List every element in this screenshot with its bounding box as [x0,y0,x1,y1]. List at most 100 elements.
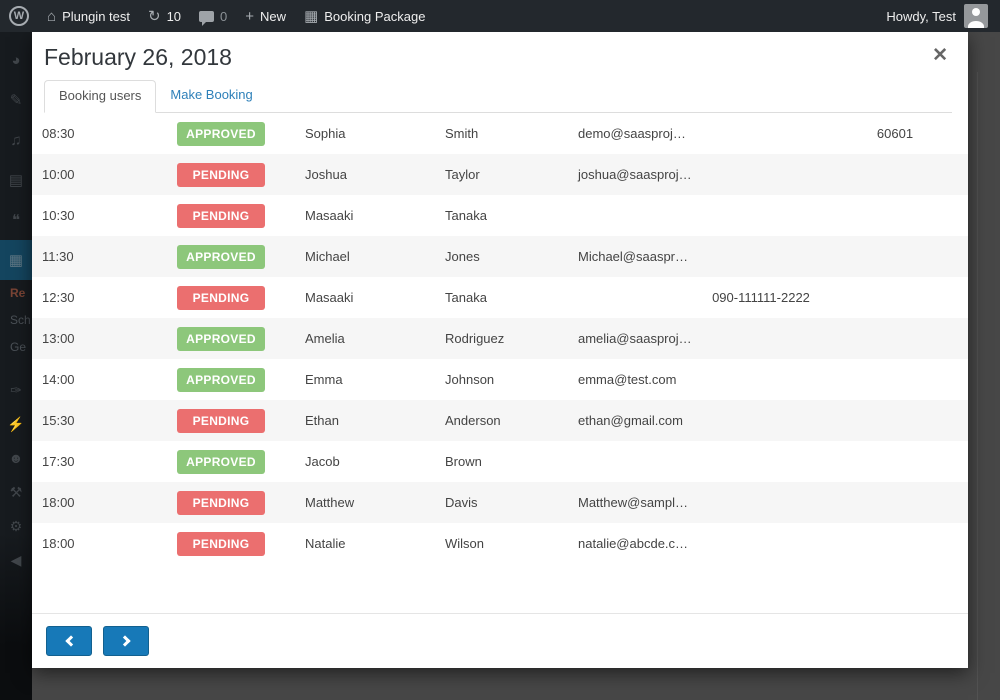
email: Michael@saaspr… [570,249,700,264]
sidebar-item-users[interactable]: ☻ [0,441,32,475]
booking-time: 17:30 [32,454,170,469]
booking-package-link[interactable]: ▦ Booking Package [295,0,434,32]
sidebar-submenu: ReSchGe [0,280,32,361]
status-badge: PENDING [177,491,265,515]
status-badge: APPROVED [177,450,265,474]
last-name: Taylor [438,167,570,182]
booking-row[interactable]: 18:00 PENDING Natalie Wilson natalie@abc… [32,523,968,564]
email: ethan@gmail.com [570,413,700,428]
booking-table: 08:30 APPROVED Sophia Smith demo@saaspro… [32,113,968,564]
calendar-icon: ▦ [304,9,318,24]
booking-row[interactable]: 08:30 APPROVED Sophia Smith demo@saaspro… [32,113,968,154]
wordpress-logo-icon: W [9,6,29,26]
booking-time: 08:30 [32,126,170,141]
sidebar-item-collapse-menu[interactable]: ◀ [0,543,32,577]
updates-link[interactable]: ↻ 10 [139,0,190,32]
sidebar-submenu-item[interactable]: Re [0,280,32,307]
phone: 090-111111-2222 [700,290,822,305]
howdy-text: Howdy, Test [886,9,956,24]
booking-time: 14:00 [32,372,170,387]
new-content-link[interactable]: + New [236,0,295,32]
booking-row[interactable]: 12:30 PENDING Masaaki Tanaka 090-111111-… [32,277,968,318]
booking-time: 12:30 [32,290,170,305]
booking-time: 13:00 [32,331,170,346]
sidebar-item-settings[interactable]: ⚙ [0,509,32,543]
booking-modal: February 26, 2018 ✕ Booking users Make B… [32,32,968,668]
sidebar-submenu-item[interactable]: Ge [0,334,32,361]
sidebar-item-booking-package[interactable]: ▦ [0,240,32,280]
first-name: Ethan [298,413,438,428]
last-name: Jones [438,249,570,264]
booking-row[interactable]: 17:30 APPROVED Jacob Brown [32,441,968,482]
booking-row[interactable]: 18:00 PENDING Matthew Davis Matthew@samp… [32,482,968,523]
wordpress-menu[interactable]: W [0,0,38,32]
users-icon: ☻ [9,450,24,466]
booking-row[interactable]: 11:30 APPROVED Michael Jones Michael@saa… [32,236,968,277]
site-name-link[interactable]: ⌂ Plungin test [38,0,139,32]
dashboard-icon: ◕ [11,52,20,69]
first-name: Joshua [298,167,438,182]
status-badge: APPROVED [177,122,265,146]
tab-make-booking[interactable]: Make Booking [156,80,266,112]
booking-row[interactable]: 10:30 PENDING Masaaki Tanaka [32,195,968,236]
sidebar-item-dashboard[interactable]: ◕ [0,40,32,80]
update-count: 10 [167,9,181,24]
booking-time: 15:30 [32,413,170,428]
sidebar-item-posts[interactable]: ✎ [0,80,32,120]
prev-day-button[interactable] [46,626,92,656]
sidebar-menu-lower: ✑ ⚡ ☻ ⚒ ⚙ ◀ [0,373,32,577]
first-name: Masaaki [298,290,438,305]
first-name: Matthew [298,495,438,510]
close-icon[interactable]: ✕ [932,46,948,65]
pages-icon: ▤ [9,171,23,189]
last-name: Rodriguez [438,331,570,346]
admin-sidebar: ◕ ✎ ♫ ▤ ❝ ▦ ReSchGe ✑ ⚡ ☻ ⚒ ⚙ ◀ [0,32,32,700]
email: amelia@saasproj… [570,331,700,346]
posts-icon: ✎ [10,91,23,109]
next-day-button[interactable] [103,626,149,656]
first-name: Sophia [298,126,438,141]
settings-icon: ⚙ [10,518,23,535]
dimmed-page-edge [977,72,978,700]
sidebar-item-tools[interactable]: ⚒ [0,475,32,509]
booking-time: 18:00 [32,536,170,551]
last-name: Anderson [438,413,570,428]
comments-link[interactable]: 0 [190,0,236,32]
status-badge: PENDING [177,204,265,228]
last-name: Tanaka [438,208,570,223]
last-name: Smith [438,126,570,141]
first-name: Amelia [298,331,438,346]
appearance-icon: ✑ [10,382,22,399]
status-badge: APPROVED [177,327,265,351]
comments-icon [199,11,214,22]
sidebar-submenu-item[interactable]: Sch [0,307,32,334]
first-name: Masaaki [298,208,438,223]
comments-icon: ❝ [12,211,20,229]
plugins-icon: ⚡ [7,416,24,433]
booking-time: 10:30 [32,208,170,223]
sidebar-item-comments[interactable]: ❝ [0,200,32,240]
zip: 60601 [822,126,968,141]
sidebar-item-media[interactable]: ♫ [0,120,32,160]
booking-row[interactable]: 10:00 PENDING Joshua Taylor joshua@saasp… [32,154,968,195]
modal-header: February 26, 2018 ✕ Booking users Make B… [32,32,968,113]
booking-row[interactable]: 14:00 APPROVED Emma Johnson emma@test.co… [32,359,968,400]
account-menu[interactable]: Howdy, Test [886,4,1000,28]
booking-package-icon: ▦ [9,251,23,269]
email: joshua@saasproj… [570,167,700,182]
collapse-menu-icon: ◀ [11,552,22,569]
last-name: Johnson [438,372,570,387]
user-avatar [964,4,988,28]
sidebar-item-pages[interactable]: ▤ [0,160,32,200]
tools-icon: ⚒ [10,484,23,501]
booking-row[interactable]: 15:30 PENDING Ethan Anderson ethan@gmail… [32,400,968,441]
booking-row[interactable]: 13:00 APPROVED Amelia Rodriguez amelia@s… [32,318,968,359]
tab-booking-users[interactable]: Booking users [44,80,156,113]
site-name: Plungin test [62,9,130,24]
email: natalie@abcde.c… [570,536,700,551]
sidebar-item-plugins[interactable]: ⚡ [0,407,32,441]
sidebar-item-appearance[interactable]: ✑ [0,373,32,407]
first-name: Michael [298,249,438,264]
plus-icon: + [245,9,254,24]
status-badge: PENDING [177,163,265,187]
